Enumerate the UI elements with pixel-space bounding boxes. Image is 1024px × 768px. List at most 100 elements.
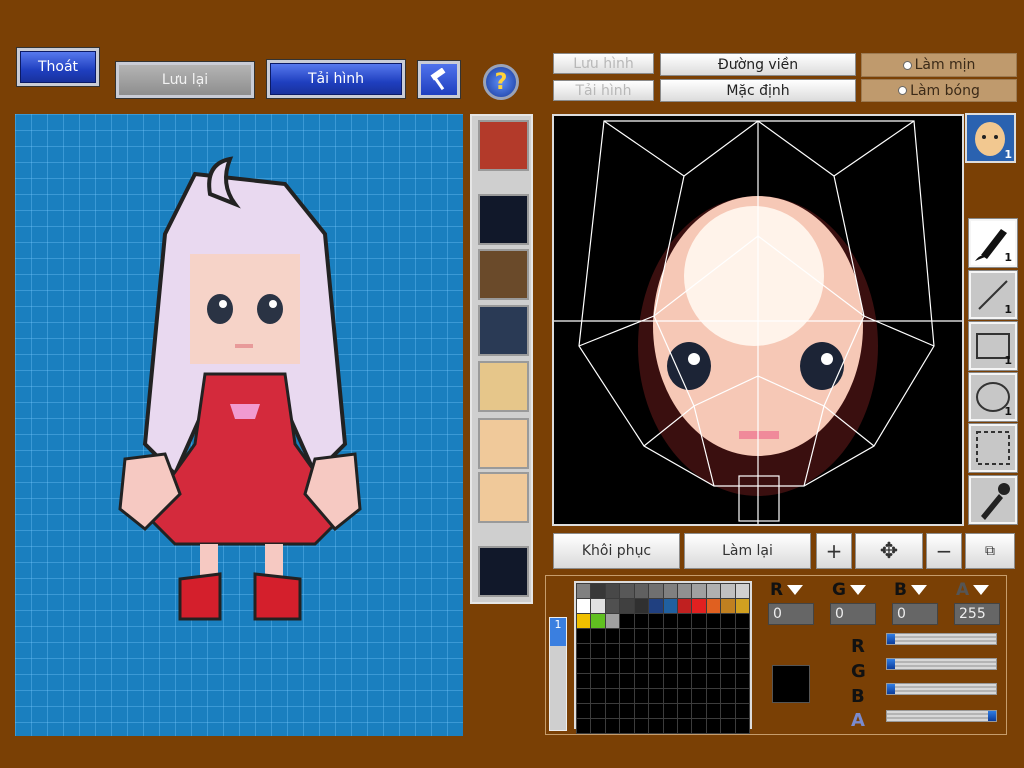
palette-swatch[interactable] xyxy=(648,598,664,614)
texture-canvas[interactable] xyxy=(552,114,964,526)
palette-swatch[interactable] xyxy=(720,673,736,689)
thumb-dragon[interactable] xyxy=(478,249,529,300)
thumb-red-hair[interactable] xyxy=(478,120,529,171)
palette-swatch[interactable] xyxy=(720,628,736,644)
palette-swatch[interactable] xyxy=(648,718,664,734)
redo-button[interactable]: Làm lại xyxy=(684,533,811,569)
palette-swatch[interactable] xyxy=(705,598,722,614)
palette-swatch[interactable] xyxy=(648,673,664,689)
palette-swatch[interactable] xyxy=(691,643,707,659)
palette-swatch[interactable] xyxy=(575,613,592,629)
zoom-in-button[interactable]: + xyxy=(816,533,852,569)
palette-swatch[interactable] xyxy=(590,673,606,689)
palette-swatch[interactable] xyxy=(691,688,707,704)
rectangle-tool[interactable]: 1 xyxy=(968,321,1018,371)
palette-swatch[interactable] xyxy=(575,718,592,734)
palette-swatch[interactable] xyxy=(734,703,751,719)
palette-swatch[interactable] xyxy=(720,643,736,659)
a-slider[interactable] xyxy=(886,710,997,722)
default-button[interactable]: Mặc định xyxy=(660,79,856,102)
palette-swatch[interactable] xyxy=(590,688,606,704)
character-preview[interactable] xyxy=(15,114,463,736)
palette-swatch[interactable] xyxy=(691,673,707,689)
palette-swatch[interactable] xyxy=(619,658,635,674)
save-image-button[interactable]: Lưu hình xyxy=(553,53,654,74)
select-tool[interactable] xyxy=(968,423,1018,473)
palette-swatch[interactable] xyxy=(705,703,722,719)
palette-swatch[interactable] xyxy=(633,718,650,734)
palette-swatch[interactable] xyxy=(604,613,621,629)
palette-swatch[interactable] xyxy=(734,643,751,659)
palette-swatch[interactable] xyxy=(648,643,664,659)
palette-swatch[interactable] xyxy=(633,583,650,599)
palette-swatch[interactable] xyxy=(676,688,693,704)
palette-swatch[interactable] xyxy=(662,718,678,734)
palette-swatch[interactable] xyxy=(604,703,621,719)
eyedropper-tool[interactable] xyxy=(968,475,1018,525)
r-dropdown[interactable]: R xyxy=(770,580,804,600)
palette-swatch[interactable] xyxy=(575,628,592,644)
palette-swatch[interactable] xyxy=(662,688,678,704)
slider-handle[interactable] xyxy=(988,711,996,721)
palette-swatch[interactable] xyxy=(633,673,650,689)
palette-swatch[interactable] xyxy=(575,658,592,674)
palette-swatch[interactable] xyxy=(691,658,707,674)
palette-swatch[interactable] xyxy=(705,583,722,599)
slider-handle[interactable] xyxy=(887,659,895,669)
palette-swatch[interactable] xyxy=(604,628,621,644)
slider-handle[interactable] xyxy=(887,684,895,694)
thumb-empty-1[interactable] xyxy=(478,194,529,245)
palette-swatch[interactable] xyxy=(590,703,606,719)
load-image-button[interactable]: Tải hình xyxy=(266,59,406,99)
palette-swatch[interactable] xyxy=(590,718,606,734)
palette-swatch[interactable] xyxy=(705,658,722,674)
palette-swatch[interactable] xyxy=(734,598,751,614)
palette-swatch[interactable] xyxy=(662,598,678,614)
palette-swatch[interactable] xyxy=(676,673,693,689)
zoom-out-button[interactable]: − xyxy=(926,533,962,569)
palette-swatch[interactable] xyxy=(691,598,707,614)
palette-swatch[interactable] xyxy=(604,583,621,599)
palette-swatch[interactable] xyxy=(633,613,650,629)
g-value[interactable]: 0 xyxy=(830,603,876,625)
palette-swatch[interactable] xyxy=(720,583,736,599)
thumb-face-3[interactable] xyxy=(478,472,529,523)
thumb-armored[interactable] xyxy=(478,305,529,356)
move-button[interactable]: ✥ xyxy=(855,533,923,569)
palette-swatch[interactable] xyxy=(590,658,606,674)
palette-swatch[interactable] xyxy=(648,583,664,599)
palette-swatch[interactable] xyxy=(720,703,736,719)
palette-swatch[interactable] xyxy=(575,703,592,719)
palette-swatch[interactable] xyxy=(575,583,592,599)
palette-swatch[interactable] xyxy=(633,688,650,704)
palette-swatch[interactable] xyxy=(633,628,650,644)
palette-swatch[interactable] xyxy=(662,628,678,644)
palette-swatch[interactable] xyxy=(604,598,621,614)
palette-swatch[interactable] xyxy=(648,688,664,704)
palette-swatch[interactable] xyxy=(734,583,751,599)
palette-swatch[interactable] xyxy=(705,628,722,644)
palette-swatch[interactable] xyxy=(705,643,722,659)
r-slider[interactable] xyxy=(886,633,997,645)
palette-swatch[interactable] xyxy=(619,718,635,734)
palette-swatch[interactable] xyxy=(676,658,693,674)
thumb-empty-2[interactable] xyxy=(478,546,529,597)
palette-swatch[interactable] xyxy=(604,643,621,659)
palette-swatch[interactable] xyxy=(619,583,635,599)
palette-swatch[interactable] xyxy=(676,718,693,734)
smooth-toggle[interactable]: Làm mịn xyxy=(861,53,1017,77)
palette-swatch[interactable] xyxy=(734,628,751,644)
palette-swatch[interactable] xyxy=(676,628,693,644)
side-tab-1[interactable]: 1 xyxy=(550,618,566,646)
palette-swatch[interactable] xyxy=(604,718,621,734)
palette-swatch[interactable] xyxy=(705,718,722,734)
palette-swatch[interactable] xyxy=(619,643,635,659)
face-avatar[interactable]: 1 xyxy=(965,113,1016,163)
palette-swatch[interactable] xyxy=(575,643,592,659)
palette-swatch[interactable] xyxy=(705,613,722,629)
color-palette[interactable] xyxy=(574,581,752,734)
palette-swatch[interactable] xyxy=(590,643,606,659)
palette-swatch[interactable] xyxy=(734,613,751,629)
palette-swatch[interactable] xyxy=(575,598,592,614)
palette-swatch[interactable] xyxy=(691,703,707,719)
